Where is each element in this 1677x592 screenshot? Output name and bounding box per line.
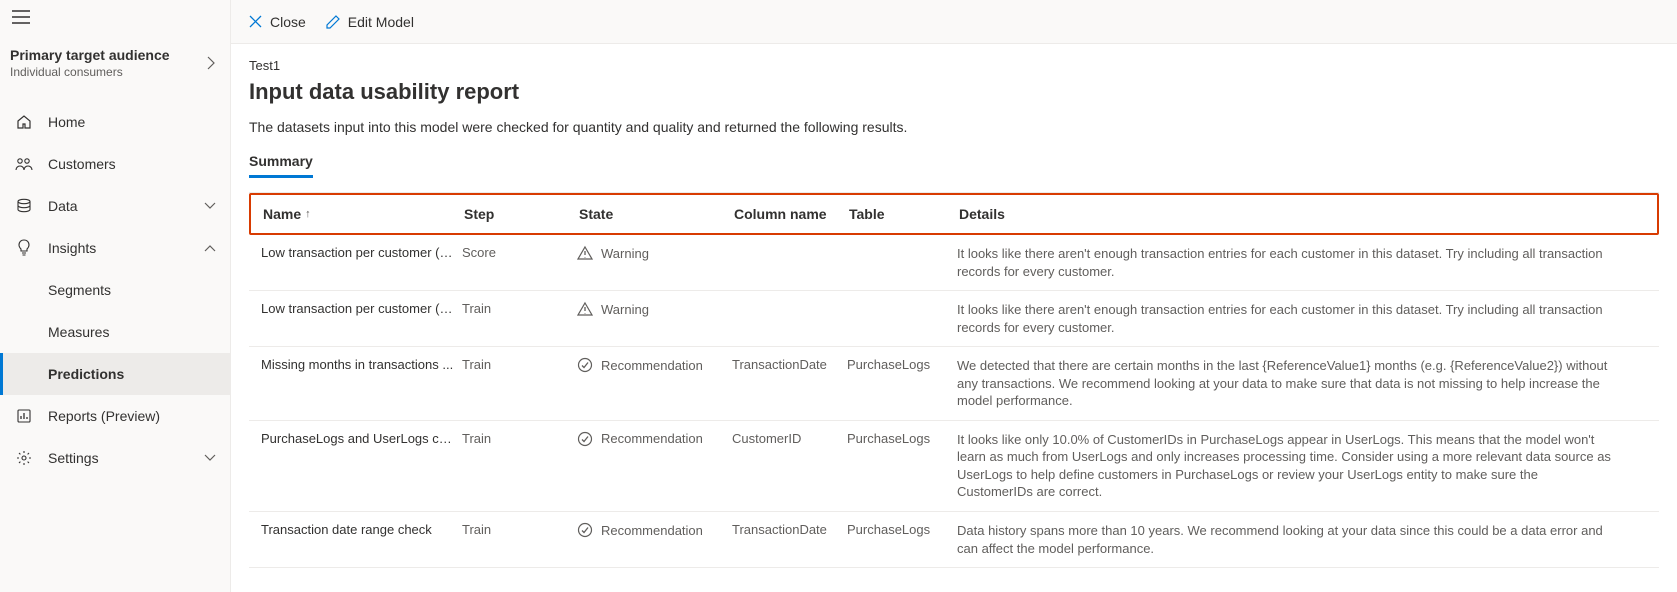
chevron-right-icon: [206, 56, 216, 70]
cell-details: Data history spans more than 10 years. W…: [957, 522, 1651, 557]
check-circle-icon: [577, 522, 593, 538]
column-header-state[interactable]: State: [579, 206, 734, 222]
nav-label: Predictions: [48, 366, 216, 382]
column-header-details[interactable]: Details: [959, 206, 1649, 222]
cell-state: Warning: [577, 301, 732, 317]
table-row[interactable]: Transaction date range checkTrain Recomme…: [249, 512, 1659, 568]
cell-table: PurchaseLogs: [847, 357, 957, 372]
nav-predictions[interactable]: Predictions: [0, 353, 230, 395]
close-button[interactable]: Close: [249, 14, 306, 30]
cell-step: Train: [462, 357, 577, 372]
nav-label: Insights: [48, 240, 204, 256]
state-text: Warning: [601, 302, 649, 317]
nav-label: Reports (Preview): [48, 408, 216, 424]
main-content: Close Edit Model Test1 Input data usabil…: [230, 0, 1677, 592]
cell-column: TransactionDate: [732, 522, 847, 537]
nav-customers[interactable]: Customers: [0, 143, 230, 185]
toolbar: Close Edit Model: [231, 0, 1677, 44]
nav-data[interactable]: Data: [0, 185, 230, 227]
cell-name: Low transaction per customer (s...: [257, 301, 462, 316]
state-text: Recommendation: [601, 358, 703, 373]
cell-column: CustomerID: [732, 431, 847, 446]
edit-model-label: Edit Model: [348, 14, 414, 30]
cell-name: PurchaseLogs and UserLogs cus...: [257, 431, 462, 446]
page-title: Input data usability report: [249, 79, 1659, 105]
cell-step: Train: [462, 301, 577, 316]
table-row[interactable]: Low transaction per customer (s...Score W…: [249, 235, 1659, 291]
nav-insights[interactable]: Insights: [0, 227, 230, 269]
check-circle-icon: [577, 431, 593, 447]
cell-column: TransactionDate: [732, 357, 847, 372]
table-row[interactable]: Low transaction per customer (s...Train W…: [249, 291, 1659, 347]
warning-icon: [577, 245, 593, 261]
tab-summary[interactable]: Summary: [249, 153, 313, 178]
close-label: Close: [270, 14, 306, 30]
cell-name: Low transaction per customer (s...: [257, 245, 462, 260]
nav-settings[interactable]: Settings: [0, 437, 230, 479]
chevron-up-icon: [204, 244, 216, 252]
edit-model-button[interactable]: Edit Model: [326, 14, 414, 30]
cell-table: PurchaseLogs: [847, 431, 957, 446]
nav-label: Home: [48, 114, 216, 130]
warning-icon: [577, 301, 593, 317]
cell-state: Recommendation: [577, 522, 732, 538]
column-header-name[interactable]: Name ↑: [259, 206, 464, 222]
check-circle-icon: [577, 357, 593, 373]
close-icon: [249, 15, 262, 28]
cell-name: Transaction date range check: [257, 522, 462, 537]
cell-details: We detected that there are certain month…: [957, 357, 1651, 410]
nav-label: Segments: [48, 282, 216, 298]
pencil-icon: [326, 15, 340, 29]
cell-step: Train: [462, 431, 577, 446]
nav-measures[interactable]: Measures: [0, 311, 230, 353]
state-text: Recommendation: [601, 523, 703, 538]
state-text: Recommendation: [601, 431, 703, 446]
audience-title: Primary target audience: [10, 47, 206, 63]
sidebar: Primary target audience Individual consu…: [0, 0, 230, 592]
table-header-row: Name ↑ Step State Column name Table Deta…: [249, 193, 1659, 235]
cell-details: It looks like there aren't enough transa…: [957, 301, 1651, 336]
reports-icon: [14, 408, 34, 424]
column-header-column[interactable]: Column name: [734, 206, 849, 222]
cell-step: Score: [462, 245, 577, 260]
page-description: The datasets input into this model were …: [249, 119, 1659, 135]
nav-reports[interactable]: Reports (Preview): [0, 395, 230, 437]
cell-details: It looks like only 10.0% of CustomerIDs …: [957, 431, 1651, 501]
gear-icon: [14, 450, 34, 466]
nav-home[interactable]: Home: [0, 101, 230, 143]
nav-label: Settings: [48, 450, 204, 466]
cell-state: Recommendation: [577, 357, 732, 373]
nav-label: Customers: [48, 156, 216, 172]
cell-name: Missing months in transactions ...: [257, 357, 462, 372]
data-icon: [14, 198, 34, 214]
audience-subtitle: Individual consumers: [10, 65, 206, 79]
column-header-step[interactable]: Step: [464, 206, 579, 222]
column-header-table[interactable]: Table: [849, 206, 959, 222]
chevron-down-icon: [204, 202, 216, 210]
cell-state: Recommendation: [577, 431, 732, 447]
results-table: Name ↑ Step State Column name Table Deta…: [249, 192, 1659, 568]
cell-details: It looks like there aren't enough transa…: [957, 245, 1651, 280]
breadcrumb: Test1: [249, 58, 1659, 73]
home-icon: [14, 114, 34, 130]
table-row[interactable]: Missing months in transactions ...Train R…: [249, 347, 1659, 421]
lightbulb-icon: [14, 239, 34, 257]
table-row[interactable]: PurchaseLogs and UserLogs cus...Train Rec…: [249, 421, 1659, 512]
state-text: Warning: [601, 246, 649, 261]
audience-picker[interactable]: Primary target audience Individual consu…: [0, 33, 230, 83]
nav-label: Measures: [48, 324, 216, 340]
nav-segments[interactable]: Segments: [0, 269, 230, 311]
chevron-down-icon: [204, 454, 216, 462]
nav-label: Data: [48, 198, 204, 214]
customers-icon: [14, 157, 34, 171]
cell-table: PurchaseLogs: [847, 522, 957, 537]
cell-state: Warning: [577, 245, 732, 261]
cell-step: Train: [462, 522, 577, 537]
header-label: Name: [263, 206, 301, 222]
hamburger-menu-icon[interactable]: [12, 10, 30, 24]
sort-asc-icon: ↑: [305, 208, 311, 220]
